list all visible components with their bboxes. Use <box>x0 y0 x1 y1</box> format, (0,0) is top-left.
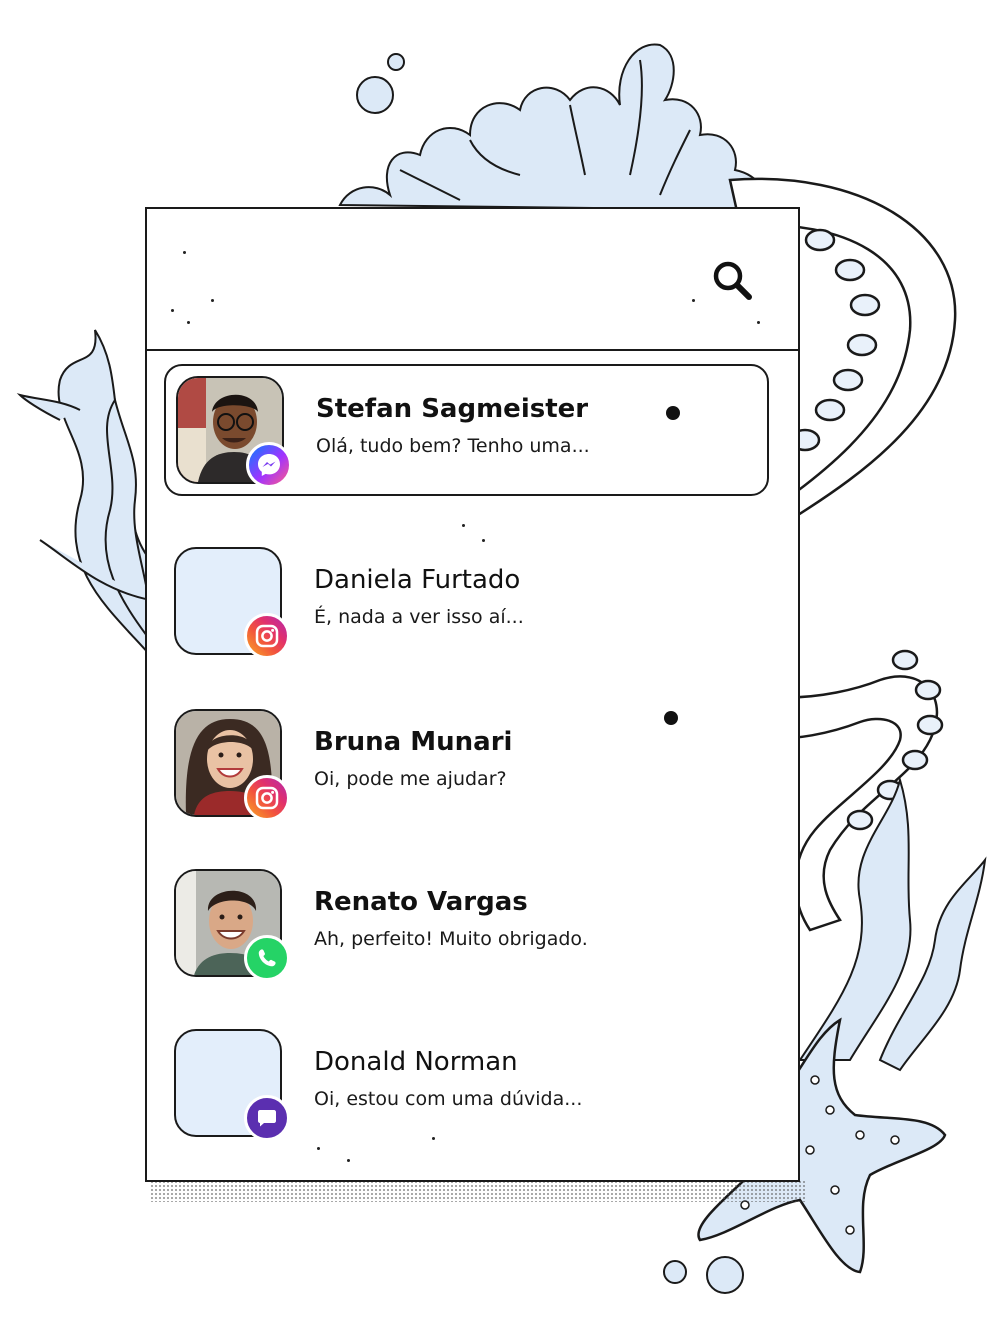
conversation-item[interactable]: Donald Norman Oi, estou com uma dúvida..… <box>164 1019 769 1151</box>
messenger-icon <box>258 454 280 476</box>
channel-badge <box>244 935 290 981</box>
search-button[interactable] <box>709 257 759 307</box>
contact-name: Daniela Furtado <box>314 565 521 595</box>
decor-speck <box>757 321 760 324</box>
decor-speck <box>183 251 186 254</box>
conversation-item[interactable]: Bruna Munari Oi, pode me ajudar? <box>164 699 769 831</box>
decor-speck <box>347 1159 350 1162</box>
whatsapp-icon <box>258 949 276 967</box>
conversation-item[interactable]: Stefan Sagmeister Olá, tudo bem? Tenho u… <box>164 364 769 496</box>
contact-name: Renato Vargas <box>314 887 528 917</box>
message-preview: Olá, tudo bem? Tenho uma... <box>316 435 590 457</box>
chat-bubble-icon <box>258 1110 276 1127</box>
decor-speck <box>692 299 695 302</box>
decor-speck <box>462 524 465 527</box>
decor-speck <box>482 539 485 542</box>
message-preview: É, nada a ver isso aí... <box>314 606 524 628</box>
channel-badge <box>244 775 290 821</box>
coral-top <box>338 43 765 212</box>
decor-speck <box>171 309 174 312</box>
decor-speck <box>211 299 214 302</box>
inbox-window: Stefan Sagmeister Olá, tudo bem? Tenho u… <box>145 207 800 1182</box>
decor-speck <box>432 1137 435 1140</box>
inbox-header <box>147 209 798 351</box>
contact-name: Stefan Sagmeister <box>316 394 589 424</box>
seaweed-left <box>16 329 151 658</box>
channel-badge <box>244 613 290 659</box>
message-preview: Ah, perfeito! Muito obrigado. <box>314 928 588 950</box>
instagram-icon <box>255 786 279 810</box>
search-icon <box>713 261 752 300</box>
unread-indicator <box>664 711 678 725</box>
contact-name: Bruna Munari <box>314 727 513 757</box>
instagram-icon <box>255 624 279 648</box>
message-preview: Oi, estou com uma dúvida... <box>314 1088 583 1110</box>
conversation-item[interactable]: Renato Vargas Ah, perfeito! Muito obriga… <box>164 859 769 991</box>
window-shadow <box>150 1180 805 1202</box>
conversation-item[interactable]: Daniela Furtado É, nada a ver isso aí... <box>164 537 769 669</box>
decor-speck <box>317 1147 320 1150</box>
decor-speck <box>187 321 190 324</box>
channel-badge <box>244 1095 290 1141</box>
channel-badge <box>246 442 292 488</box>
message-preview: Oi, pode me ajudar? <box>314 768 507 790</box>
unread-indicator <box>666 406 680 420</box>
contact-name: Donald Norman <box>314 1047 518 1077</box>
